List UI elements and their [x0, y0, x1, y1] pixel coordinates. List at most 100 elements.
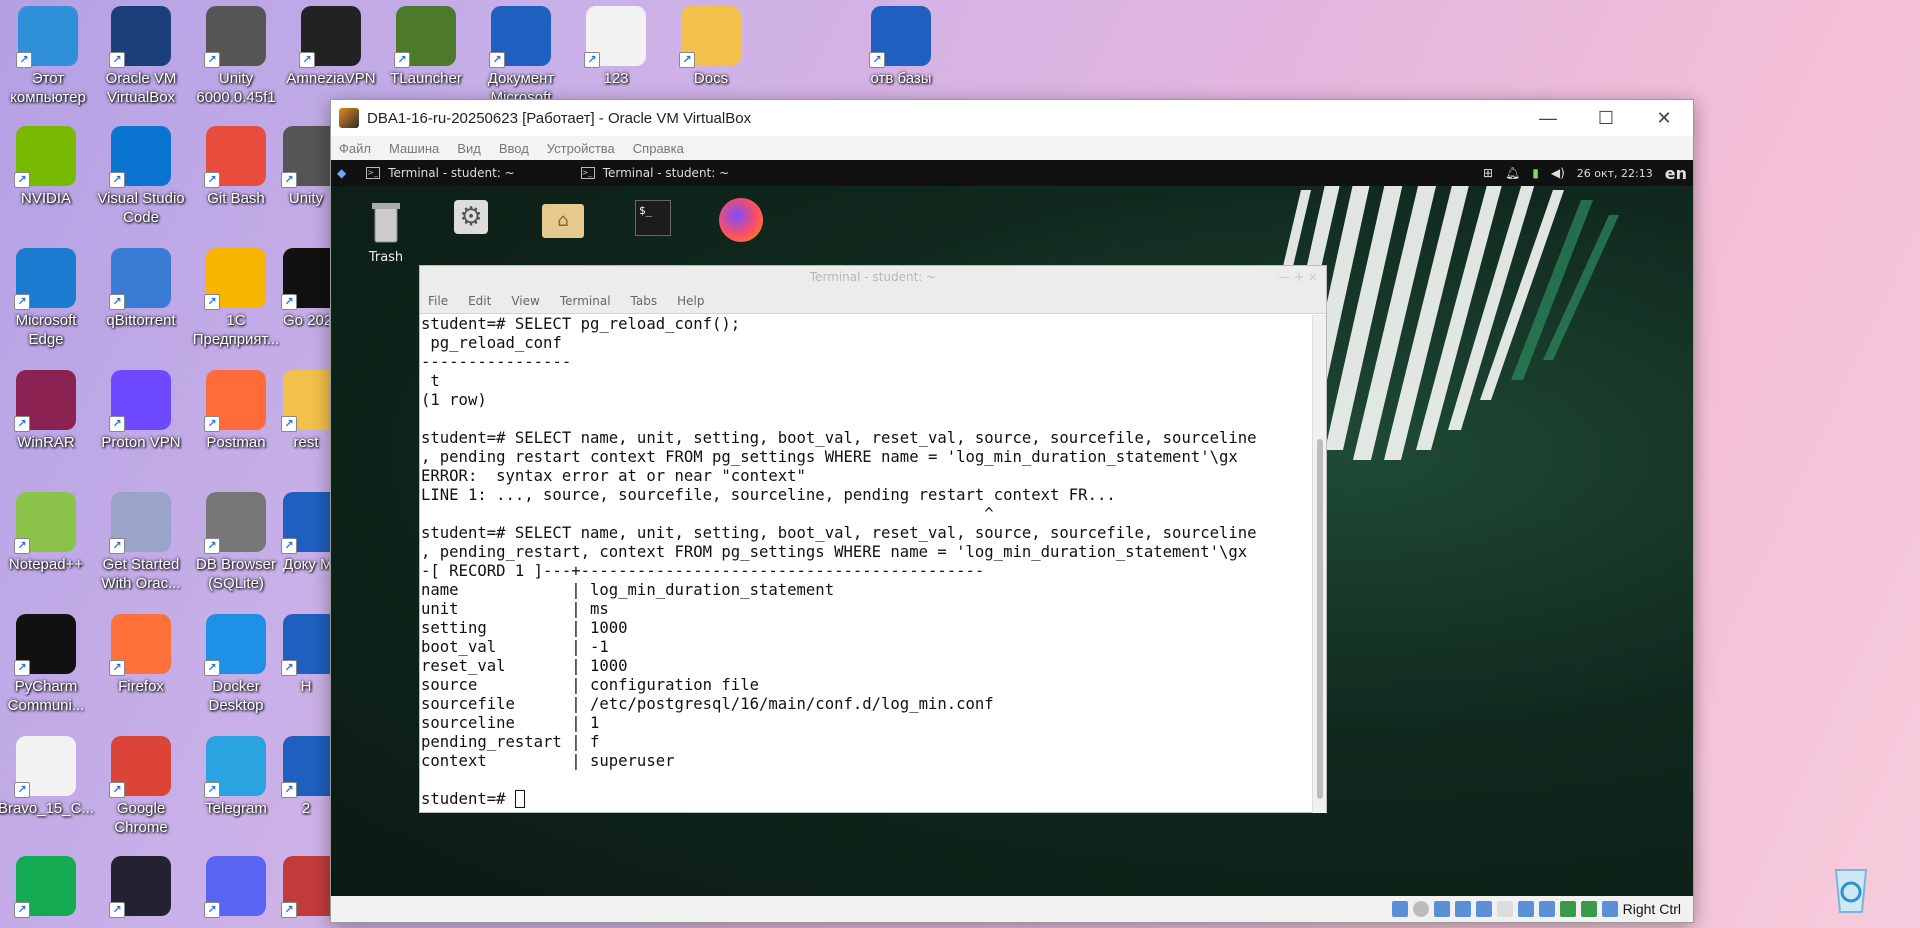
desktop-icon-bravo[interactable]: ↗ Bravo_15_C... — [0, 736, 94, 818]
desktop-icon-word-doc[interactable]: ↗ Документ Microsoft — [473, 6, 569, 107]
desktop-icon-label: Unity 6000.0.45f1 — [196, 70, 276, 106]
desktop-icon-word-docu[interactable]: ↗ Доку Micro — [281, 492, 343, 574]
close-button[interactable]: ✕ — [1635, 108, 1693, 129]
desktop-icon-notepadpp[interactable]: ↗ Notepad++ — [0, 492, 94, 574]
desktop-icon-go[interactable]: ↗ Go 202 — [281, 248, 343, 330]
desktop-icon-gitbash[interactable]: ↗ Git Bash — [188, 126, 284, 208]
shared-folders-icon[interactable] — [1496, 901, 1513, 917]
terminal-prompt-line[interactable]: student=# — [421, 790, 1314, 809]
desktop-icon-winrar[interactable]: ↗ WinRAR — [0, 370, 94, 452]
desktop-icon-oracle-xe[interactable]: ↗ Get Started With Orac... — [93, 492, 189, 593]
desktop-icon-dbbrowser[interactable]: ↗ DB Browser (SQLite) — [188, 492, 284, 593]
desktop-icon-label: Firefox — [118, 678, 164, 695]
terminal-scrollbar[interactable] — [1312, 315, 1326, 813]
clock[interactable]: 26 окт, 22:13 — [1577, 167, 1653, 180]
desktop-icon-vscode[interactable]: ↗ Visual Studio Code — [93, 126, 189, 227]
terminal-menu-file[interactable]: File — [428, 294, 448, 308]
desktop-icon-chrome[interactable]: ↗ Google Chrome — [93, 736, 189, 837]
desktop-icon-1c[interactable]: ↗ 1С Предприят... — [188, 248, 284, 349]
terminal-menu-help[interactable]: Help — [677, 294, 704, 308]
desktop-icon-unity[interactable]: ↗ Unity 6000.0.45f1 — [188, 6, 284, 107]
mongodb-icon: ↗ — [14, 856, 76, 918]
display-icon[interactable] — [1517, 901, 1534, 917]
xfce-menu-icon[interactable]: ◆ — [337, 166, 346, 180]
virtualbox-icon: ↗ — [109, 6, 171, 68]
desktop-icon-amnezia[interactable]: ↗ AmneziaVPN — [283, 6, 379, 88]
desktop-icon-nvidia[interactable]: ↗ NVIDIA — [0, 126, 94, 208]
desktop-icon-mongodb[interactable]: ↗ — [0, 856, 94, 919]
cpu-icon[interactable] — [1559, 901, 1576, 917]
desktop-icon-word-2[interactable]: ↗ 2 — [281, 736, 343, 818]
desktop-icon-telegram[interactable]: ↗ Telegram — [188, 736, 284, 818]
desktop-icon-game[interactable]: ↗ — [93, 856, 189, 919]
shortcut-arrow-icon: ↗ — [109, 172, 125, 188]
usb-icon[interactable] — [1475, 901, 1492, 917]
menu-input[interactable]: Ввод — [499, 141, 529, 156]
guest-firefox-icon[interactable] — [719, 198, 763, 242]
desktop-icon-firefox[interactable]: ↗ Firefox — [93, 614, 189, 696]
keyboard-layout[interactable]: en — [1665, 164, 1687, 183]
desktop-icon-virtualbox[interactable]: ↗ Oracle VM VirtualBox — [93, 6, 189, 107]
menu-file[interactable]: Файл — [339, 141, 371, 156]
1c-icon: ↗ — [204, 248, 266, 310]
mouse-integration-icon[interactable] — [1580, 901, 1597, 917]
desktop-icon-label: отв базы — [870, 70, 932, 87]
guest-terminal-icon[interactable]: $_ — [635, 200, 671, 236]
terminal-output[interactable]: student=# SELECT pg_reload_conf(); pg_re… — [420, 315, 1314, 813]
menu-machine[interactable]: Машина — [389, 141, 439, 156]
desktop-icon-word-otv[interactable]: ↗ отв базы — [853, 6, 949, 88]
network-icon[interactable]: ⊞ — [1483, 166, 1493, 180]
terminal-window-buttons[interactable]: — + × — [1278, 266, 1318, 288]
minimize-button[interactable]: — — [1519, 108, 1577, 129]
taskbar-item-terminal-1[interactable]: >_ Terminal - student: ~ — [358, 166, 522, 180]
hard-disk-icon[interactable] — [1391, 901, 1408, 917]
desktop-icon-unity-hub[interactable]: ↗ Unity — [281, 126, 343, 208]
menu-help[interactable]: Справка — [633, 141, 684, 156]
desktop-icon-pycharm[interactable]: ↗ PyCharm Communi... — [0, 614, 94, 715]
network-adapter-icon[interactable] — [1454, 901, 1471, 917]
terminal-menu-terminal[interactable]: Terminal — [560, 294, 611, 308]
recording-icon[interactable] — [1538, 901, 1555, 917]
terminal-window[interactable]: Terminal - student: ~ — + × File Edit Vi… — [419, 265, 1327, 813]
battery-icon[interactable]: ▮ — [1532, 166, 1539, 180]
desktop-icon-rest[interactable]: ↗ rest — [281, 370, 343, 452]
notification-bell-icon[interactable]: 🔔︎ — [1505, 166, 1520, 180]
qbittorrent-icon: ↗ — [109, 248, 171, 310]
audio-icon[interactable] — [1433, 901, 1450, 917]
desktop-icon-docs[interactable]: ↗ Docs — [663, 6, 759, 88]
this-pc-icon: ↗ — [16, 6, 78, 68]
terminal-titlebar[interactable]: Terminal - student: ~ — + × — [420, 266, 1326, 288]
notepadpp-icon: ↗ — [14, 492, 76, 554]
desktop-icon-qbittorrent[interactable]: ↗ qBittorrent — [93, 248, 189, 330]
guest-screen[interactable]: ◆ >_ Terminal - student: ~ >_ Terminal - s… — [331, 160, 1693, 898]
desktop-icon-postman[interactable]: ↗ Postman — [188, 370, 284, 452]
desktop-icon-this-pc[interactable]: ↗ Этот компьютер — [0, 6, 96, 107]
guest-trash-icon[interactable]: Trash — [351, 198, 421, 265]
desktop-icon-file-123[interactable]: ↗ 123 — [568, 6, 664, 88]
desktop-icon-protonvpn[interactable]: ↗ Proton VPN — [93, 370, 189, 452]
menu-devices[interactable]: Устройства — [547, 141, 615, 156]
keyboard-capture-icon[interactable] — [1601, 901, 1618, 917]
recycle-bin-icon[interactable] — [1826, 862, 1876, 914]
maximize-button[interactable]: ☐ — [1577, 108, 1635, 129]
desktop-icon-docker[interactable]: ↗ Docker Desktop — [188, 614, 284, 715]
guest-top-panel: ◆ >_ Terminal - student: ~ >_ Terminal - s… — [331, 160, 1693, 186]
terminal-menu-view[interactable]: View — [511, 294, 539, 308]
guest-home-folder-icon[interactable]: ⌂ — [542, 204, 584, 238]
desktop-icon-label: H — [300, 678, 312, 695]
desktop-icon-discord[interactable]: ↗ — [188, 856, 284, 919]
desktop-icon-dbx[interactable]: ↗ — [281, 856, 343, 919]
desktop-icon-word-h[interactable]: ↗ H — [281, 614, 343, 696]
guest-settings-icon[interactable]: ⚙ — [454, 200, 488, 234]
desktop-icon-tlauncher[interactable]: ↗ TLauncher — [378, 6, 474, 88]
scrollbar-thumb[interactable] — [1317, 439, 1323, 799]
window-titlebar[interactable]: DBA1-16-ru-20250623 [Работает] - Oracle … — [331, 100, 1693, 136]
taskbar-item-terminal-2[interactable]: >_ Terminal - student: ~ — [573, 166, 737, 180]
terminal-menu-tabs[interactable]: Tabs — [631, 294, 658, 308]
volume-icon[interactable]: ◀︎) — [1551, 166, 1565, 180]
menu-view[interactable]: Вид — [457, 141, 481, 156]
optical-drive-icon[interactable] — [1412, 901, 1429, 917]
desktop-icon-edge[interactable]: ↗ Microsoft Edge — [0, 248, 94, 349]
terminal-menu-edit[interactable]: Edit — [468, 294, 491, 308]
